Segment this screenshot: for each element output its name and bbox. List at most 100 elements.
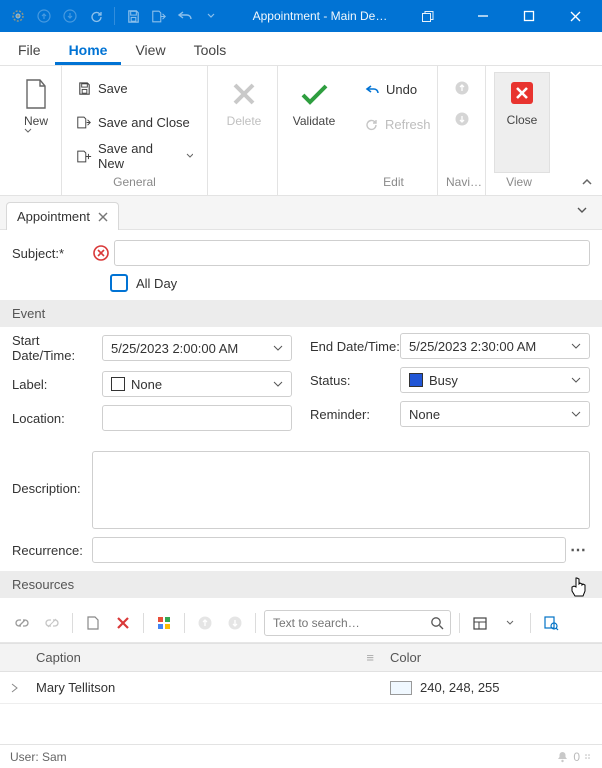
- menu-file[interactable]: File: [4, 35, 55, 65]
- recurrence-label: Recurrence:: [12, 543, 92, 558]
- link-icon[interactable]: [10, 611, 34, 635]
- col-caption-header[interactable]: Caption≡: [28, 644, 382, 671]
- allday-checkbox[interactable]: [110, 274, 128, 292]
- undo-icon: [364, 82, 380, 98]
- nav-down-icon: [454, 111, 470, 127]
- row-color: 240, 248, 255: [382, 672, 602, 703]
- event-section-header: Event: [0, 300, 602, 327]
- required-error-icon: [92, 244, 110, 262]
- status-user: User: Sam: [10, 750, 67, 764]
- ribbon-collapse-icon[interactable]: [580, 175, 594, 189]
- delete-button: Delete: [216, 72, 272, 173]
- close-red-icon: [506, 77, 538, 109]
- location-input[interactable]: [102, 405, 292, 431]
- label-label: Label:: [12, 377, 102, 392]
- menu-home[interactable]: Home: [55, 35, 122, 65]
- minimize-button[interactable]: [462, 0, 504, 32]
- refresh-icon[interactable]: [88, 8, 104, 24]
- new-file-icon: [20, 78, 52, 110]
- start-datetime-input[interactable]: 5/25/2023 2:00:00 AM: [102, 335, 292, 361]
- preview-icon[interactable]: [539, 611, 563, 635]
- save-new-button[interactable]: Save and New: [70, 143, 199, 169]
- color-category-icon[interactable]: [152, 611, 176, 635]
- save-icon[interactable]: [125, 8, 141, 24]
- new-resource-icon[interactable]: [81, 611, 105, 635]
- ribbon: New Save Save and Close Save and New Gen…: [0, 66, 602, 196]
- move-down-icon: [223, 611, 247, 635]
- resources-grid-header: Caption≡ Color: [0, 643, 602, 672]
- maximize-button[interactable]: [508, 0, 550, 32]
- row-color-swatch: [390, 681, 412, 695]
- refresh-button: Refresh: [358, 112, 429, 138]
- info-down-icon[interactable]: [62, 8, 78, 24]
- status-select[interactable]: Busy: [400, 367, 590, 393]
- close-view-button[interactable]: Close: [494, 72, 550, 173]
- tab-label: Appointment: [17, 209, 90, 224]
- resources-toolbar: [0, 604, 602, 643]
- save-close-icon[interactable]: [151, 8, 167, 24]
- delete-x-icon: [228, 78, 260, 110]
- undo-button[interactable]: Undo: [358, 77, 429, 103]
- layout-icon[interactable]: [468, 611, 492, 635]
- cursor-pointer-icon: [569, 576, 589, 600]
- bell-icon: [556, 750, 569, 763]
- row-expand-icon[interactable]: [0, 672, 28, 703]
- status-notifications[interactable]: 0: [556, 750, 592, 764]
- description-input[interactable]: [92, 451, 590, 529]
- description-label: Description:: [12, 451, 92, 496]
- restore-down-icon[interactable]: [421, 10, 434, 23]
- group-edit-label: Edit: [358, 173, 429, 193]
- location-label: Location:: [12, 411, 102, 426]
- col-color-header[interactable]: Color: [382, 644, 602, 671]
- status-label: Status:: [310, 373, 400, 388]
- recurrence-input[interactable]: [92, 537, 566, 563]
- document-tabs: Appointment: [0, 196, 602, 230]
- reminder-label: Reminder:: [310, 407, 400, 422]
- close-button[interactable]: [554, 0, 596, 32]
- end-label: End Date/Time:: [310, 339, 400, 354]
- refresh-icon: [364, 117, 379, 133]
- menu-bar: File Home View Tools: [0, 32, 602, 66]
- allday-label: All Day: [136, 276, 177, 291]
- layout-dropdown-icon[interactable]: [498, 611, 522, 635]
- window-title: Appointment - Main De…: [219, 9, 421, 23]
- check-icon: [298, 78, 330, 110]
- save-new-icon: [76, 148, 92, 164]
- new-button[interactable]: New: [8, 72, 64, 173]
- tabs-menu-icon[interactable]: [576, 204, 588, 216]
- move-up-icon: [193, 611, 217, 635]
- save-close-icon: [76, 114, 92, 130]
- resources-search-input[interactable]: [271, 615, 430, 631]
- recurrence-picker-button[interactable]: ⋯: [566, 540, 590, 560]
- appointment-form: Subject:* All Day Event Start Date/Time:…: [0, 230, 602, 598]
- unlink-icon[interactable]: [40, 611, 64, 635]
- gear-icon[interactable]: [10, 8, 26, 24]
- resources-grid-row[interactable]: Mary Tellitson 240, 248, 255: [0, 672, 602, 704]
- search-icon[interactable]: [430, 616, 444, 630]
- info-up-icon[interactable]: [36, 8, 52, 24]
- menu-tools[interactable]: Tools: [180, 35, 241, 65]
- qat-dropdown-icon[interactable]: [203, 8, 219, 24]
- end-datetime-input[interactable]: 5/25/2023 2:30:00 AM: [400, 333, 590, 359]
- status-bar: User: Sam 0: [0, 744, 602, 768]
- tab-close-icon[interactable]: [98, 212, 108, 222]
- group-general-label: General: [70, 173, 199, 193]
- undo-icon[interactable]: [177, 8, 193, 24]
- label-select[interactable]: None: [102, 371, 292, 397]
- row-caption: Mary Tellitson: [28, 672, 382, 703]
- status-swatch: [409, 373, 423, 387]
- resources-search[interactable]: [264, 610, 451, 636]
- title-bar: Appointment - Main De…: [0, 0, 602, 32]
- delete-resource-icon[interactable]: [111, 611, 135, 635]
- reminder-select[interactable]: None: [400, 401, 590, 427]
- resources-section-header: Resources: [0, 571, 602, 598]
- save-icon: [76, 81, 92, 97]
- subject-input[interactable]: [114, 240, 590, 266]
- group-view-label: View: [494, 173, 544, 193]
- nav-up-icon: [454, 80, 470, 96]
- validate-button[interactable]: Validate: [286, 72, 342, 173]
- tab-appointment[interactable]: Appointment: [6, 202, 119, 230]
- menu-view[interactable]: View: [121, 35, 179, 65]
- save-close-button[interactable]: Save and Close: [70, 109, 199, 135]
- save-button[interactable]: Save: [70, 76, 199, 102]
